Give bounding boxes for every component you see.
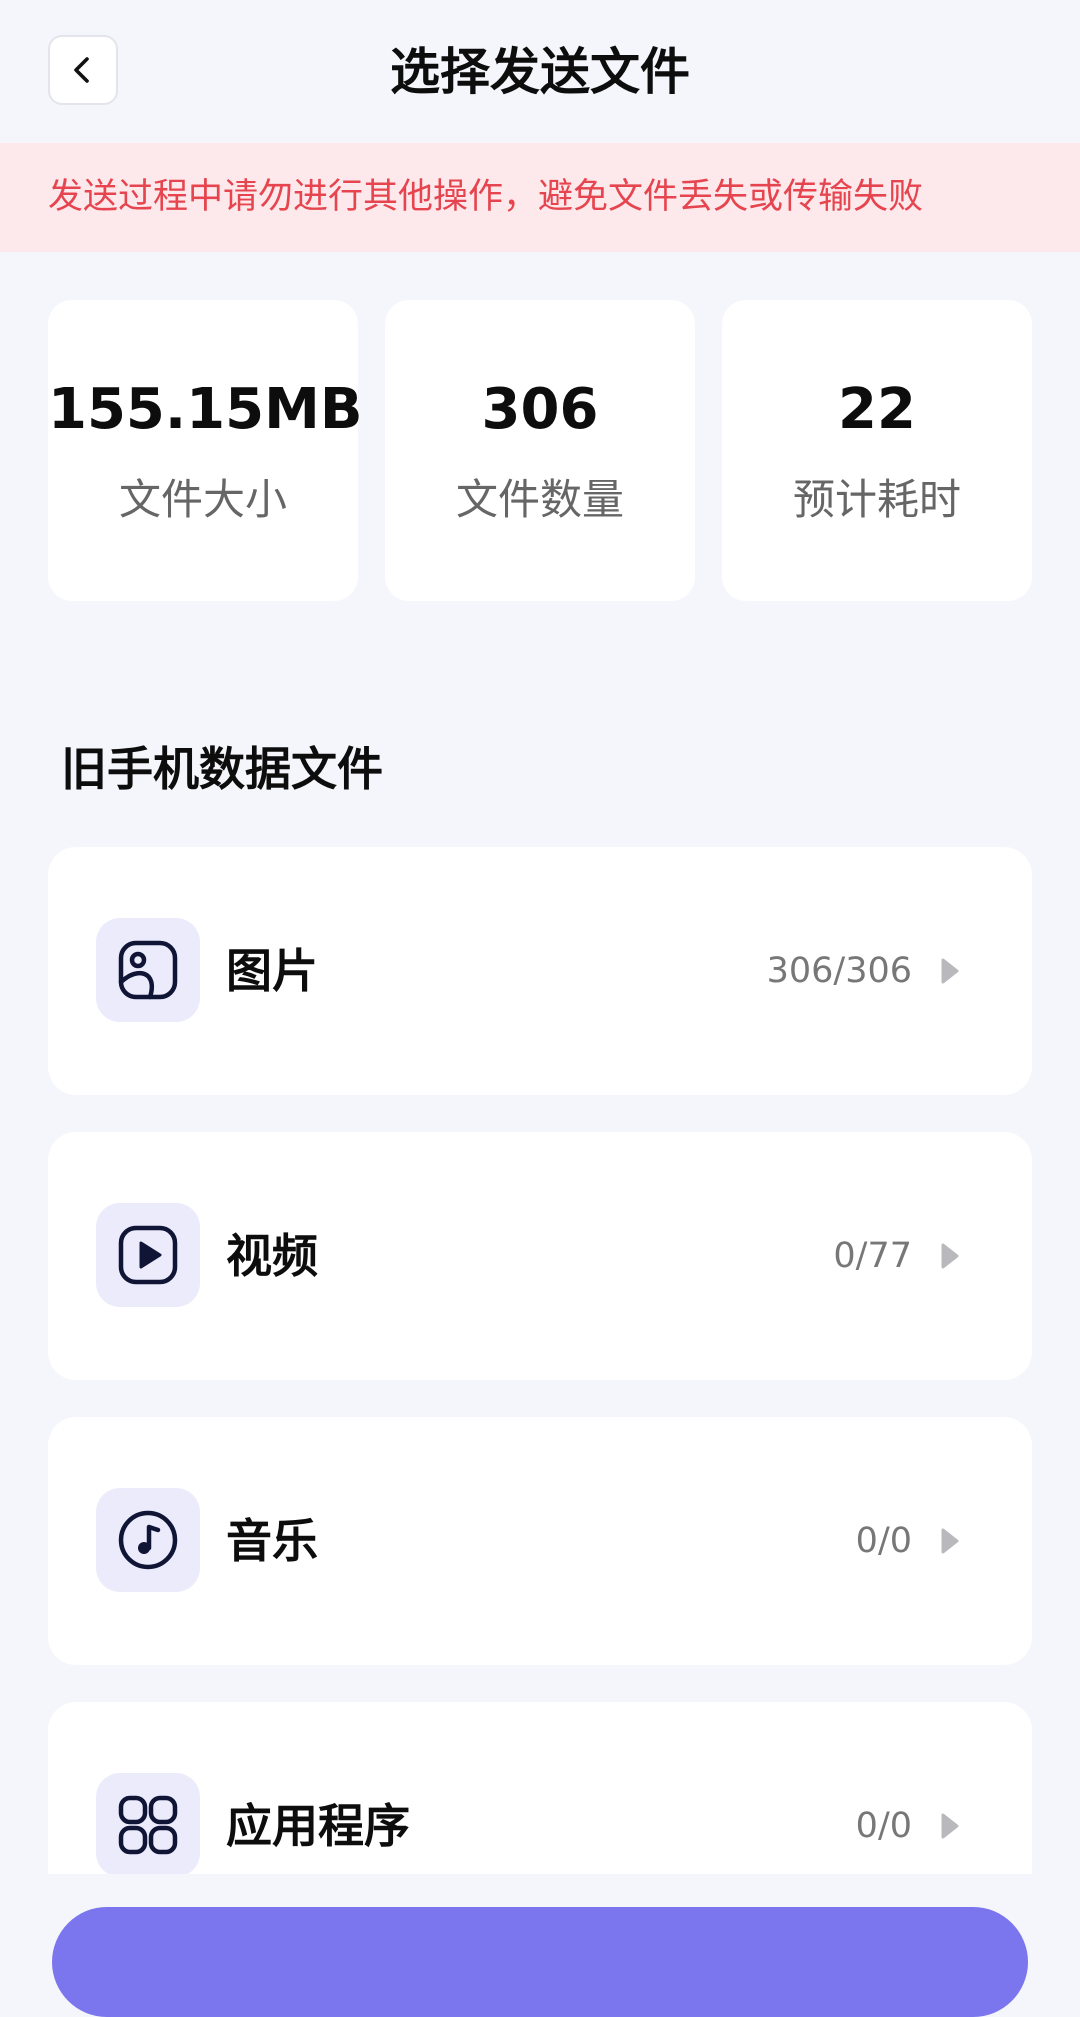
warning-banner: 发送过程中请勿进行其他操作，避免文件丢失或传输失败 bbox=[0, 143, 1080, 252]
warning-text: 发送过程中请勿进行其他操作，避免文件丢失或传输失败 bbox=[48, 177, 924, 217]
chevron-right-icon bbox=[941, 958, 959, 984]
section-title: 旧手机数据文件 bbox=[61, 742, 383, 796]
category-label: 应用程序 bbox=[226, 1799, 410, 1853]
category-label: 图片 bbox=[226, 944, 318, 998]
send-button[interactable] bbox=[52, 1907, 1028, 2017]
stat-label: 文件数量 bbox=[455, 475, 624, 524]
stat-card-file-size: 155.15MB 文件大小 bbox=[48, 300, 363, 601]
chevron-right-icon bbox=[941, 1243, 959, 1269]
category-label: 音乐 bbox=[226, 1514, 318, 1568]
category-row-images[interactable]: 图片 306/306 bbox=[48, 847, 1032, 1095]
category-list: 图片 306/306 视频 0/77 音乐 0/0 应用程序 0/0 bbox=[0, 840, 1080, 1874]
stat-value: 22 bbox=[838, 377, 916, 442]
stat-value: 155.15MB bbox=[48, 377, 363, 442]
stat-label: 预计耗时 bbox=[792, 475, 961, 524]
stat-card-file-count: 306 文件数量 bbox=[385, 300, 695, 601]
chevron-right-icon bbox=[941, 1813, 959, 1839]
apps-icon bbox=[96, 1773, 200, 1874]
category-count: 306/306 bbox=[766, 951, 912, 991]
category-row-videos[interactable]: 视频 0/77 bbox=[48, 1132, 1032, 1380]
stat-value: 306 bbox=[481, 377, 599, 442]
category-row-music[interactable]: 音乐 0/0 bbox=[48, 1417, 1032, 1665]
music-icon bbox=[96, 1488, 200, 1592]
category-count: 0/77 bbox=[833, 1236, 912, 1276]
category-count: 0/0 bbox=[855, 1521, 912, 1561]
category-count: 0/0 bbox=[855, 1806, 912, 1846]
stat-label: 文件大小 bbox=[118, 475, 287, 524]
category-label: 视频 bbox=[226, 1229, 318, 1283]
stat-card-estimated-time: 22 预计耗时 bbox=[722, 300, 1032, 601]
header-bar: 选择发送文件 bbox=[0, 0, 1080, 142]
chevron-right-icon bbox=[941, 1528, 959, 1554]
page-title: 选择发送文件 bbox=[390, 43, 690, 101]
category-row-apps[interactable]: 应用程序 0/0 bbox=[48, 1702, 1032, 1874]
video-icon bbox=[96, 1203, 200, 1307]
image-icon bbox=[96, 918, 200, 1022]
